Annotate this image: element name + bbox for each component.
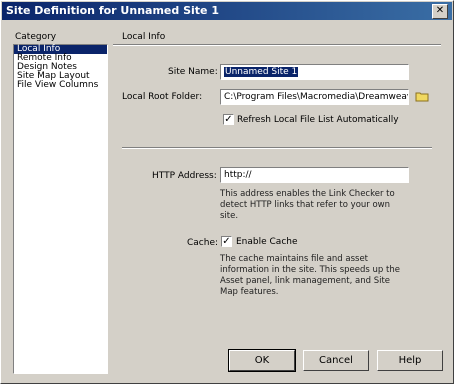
refresh-label: Refresh Local File List Automatically <box>237 115 399 125</box>
section-title: Local Info <box>122 32 166 42</box>
ok-button[interactable]: OK <box>228 349 296 372</box>
http-address-label: HTTP Address: <box>152 171 217 181</box>
dialog-title: Site Definition for Unnamed Site 1 <box>6 4 219 17</box>
refresh-checkbox[interactable]: ✓ <box>223 114 234 125</box>
title-bar: Site Definition for Unnamed Site 1 ✕ <box>2 2 452 20</box>
divider-http <box>122 147 432 149</box>
enable-cache-checkbox[interactable]: ✓ <box>221 236 232 247</box>
site-name-input[interactable]: Unnamed Site 1 <box>220 64 409 80</box>
help-button[interactable]: Help <box>377 350 443 371</box>
enable-cache-label: Enable Cache <box>236 237 298 247</box>
cache-description: The cache maintains file and asset infor… <box>220 254 400 297</box>
category-label: Category <box>15 32 57 42</box>
category-list[interactable]: Local Info Remote Info Design Notes Site… <box>13 44 108 374</box>
close-icon[interactable]: ✕ <box>432 4 448 19</box>
http-address-input[interactable]: http:// <box>220 167 409 183</box>
cancel-button[interactable]: Cancel <box>303 350 369 371</box>
http-address-description: This address enables the Link Checker to… <box>220 189 395 221</box>
site-definition-dialog: Site Definition for Unnamed Site 1 ✕ Cat… <box>0 0 454 384</box>
category-item-file-view-columns[interactable]: File View Columns <box>14 81 107 90</box>
local-root-folder-input[interactable]: C:\Program Files\Macromedia\Dreamweav <box>220 89 409 105</box>
site-name-value: Unnamed Site 1 <box>224 67 299 77</box>
site-name-label: Site Name: <box>168 67 218 77</box>
cache-label: Cache: <box>187 238 219 248</box>
local-root-folder-label: Local Root Folder: <box>122 92 203 102</box>
folder-browse-icon[interactable] <box>415 91 429 102</box>
section-divider <box>113 44 441 46</box>
